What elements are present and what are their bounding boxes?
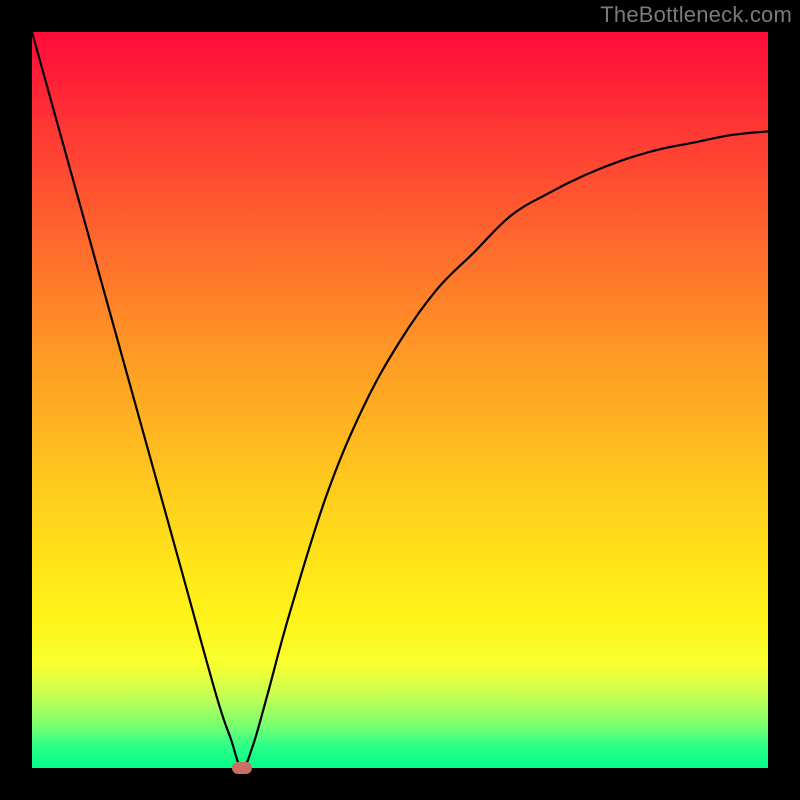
chart-frame: TheBottleneck.com [0, 0, 800, 800]
optimum-marker [232, 762, 252, 774]
bottleneck-curve [32, 32, 768, 768]
plot-area [32, 32, 768, 768]
watermark-text: TheBottleneck.com [600, 2, 792, 28]
